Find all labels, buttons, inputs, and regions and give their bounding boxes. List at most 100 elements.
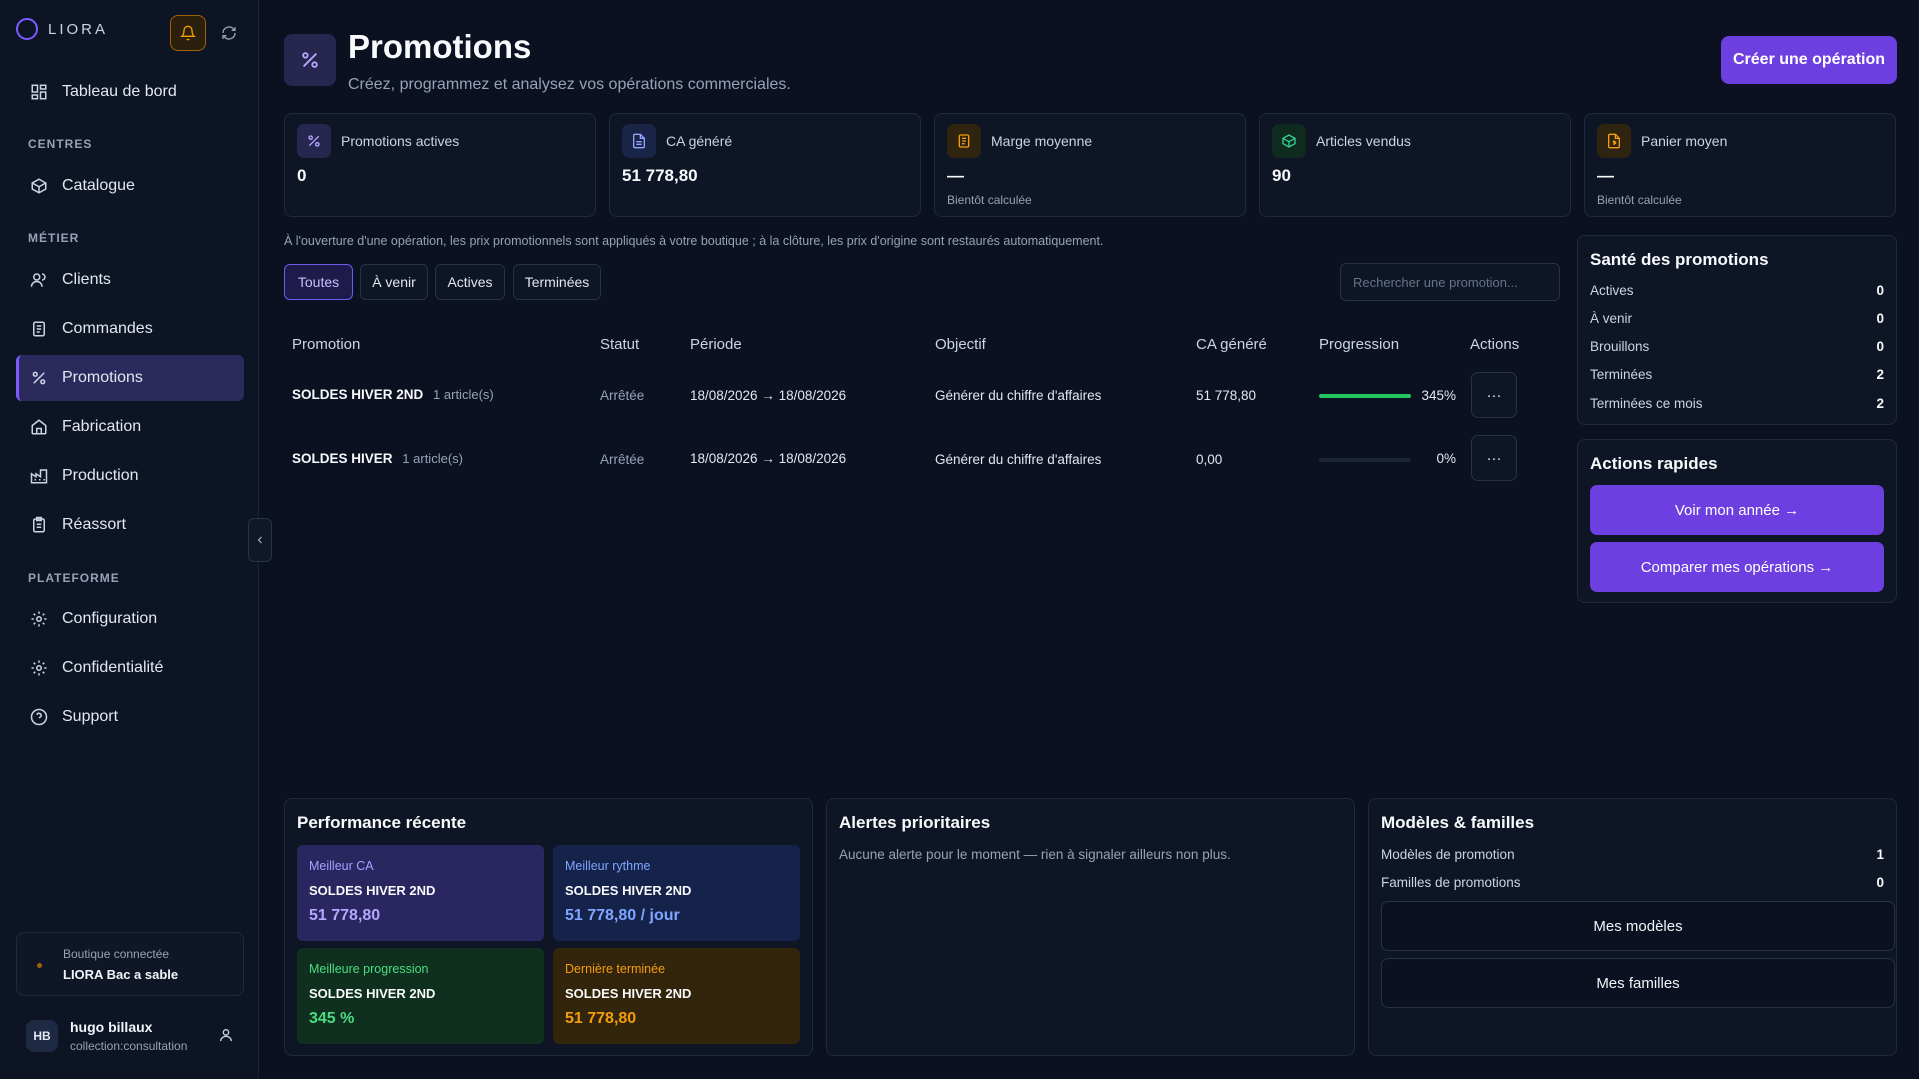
tile-value: 345 % [309,1010,355,1027]
kpi-icon [1597,124,1631,158]
stat-label: À venir [1590,311,1633,326]
kpi-value: 51 778,80 [622,166,698,185]
page-title: Promotions [348,28,532,65]
tile-label: Meilleur rythme [565,859,651,873]
avatar[interactable]: HB [26,1020,58,1052]
models-row: Familles de promotions 0 [1381,875,1884,890]
alerts-empty-text: Aucune alerte pour le moment — rien à si… [839,847,1231,862]
health-row: Brouillons 0 [1590,339,1884,354]
kpi-value: 0 [297,166,307,185]
gear-icon [31,611,47,627]
clipboard-list-icon [33,516,45,533]
stat-value: 0 [1876,283,1884,298]
percent-icon [32,371,46,385]
sidebar-item-label: Promotions [62,369,143,386]
kpi-note: Bientôt calculée [1597,193,1682,207]
promotion-name: SOLDES HIVER [292,451,393,466]
connected-shop-card[interactable]: Boutique connectée LIORA Bac a sable [16,932,244,996]
brand-logo[interactable]: LIORA [16,18,108,40]
tile-value: 51 778,80 [309,907,381,924]
home-icon [31,419,47,435]
promotion-article-count: 1 article(s) [402,451,463,466]
sidebar-item-confidentialite[interactable]: Confidentialité [16,645,244,691]
sidebar-item-support[interactable]: Support [16,694,244,740]
document-icon [633,133,645,149]
health-row: À venir 0 [1590,311,1884,326]
promotion-article-count: 1 article(s) [433,387,494,402]
sidebar-item-promotions[interactable]: Promotions [16,355,244,401]
table-row[interactable]: SOLDES HIVER 2ND 1 article(s) [292,387,494,402]
sidebar-item-dashboard[interactable]: Tableau de bord [16,69,244,115]
create-operation-button[interactable]: Créer une opération [1721,36,1897,84]
priority-alerts-panel: Alertes prioritaires Aucune alerte pour … [826,798,1355,1056]
promotion-name: SOLDES HIVER 2ND [292,387,424,402]
stat-value: 1 [1876,847,1884,862]
sidebar-item-configuration[interactable]: Configuration [16,596,244,642]
stat-label: Familles de promotions [1381,875,1521,890]
row-actions-button[interactable]: ··· [1471,372,1517,418]
my-families-button[interactable]: Mes familles [1381,958,1895,1008]
package-icon [31,178,47,194]
filter-all[interactable]: Toutes [284,264,353,300]
chevron-left-icon [257,536,262,544]
sidebar-item-label: Catalogue [62,177,135,194]
promotion-revenue: 0,00 [1196,452,1223,467]
models-row: Modèles de promotion 1 [1381,847,1884,862]
kpi-label: Panier moyen [1641,133,1728,149]
sidebar-item-clients[interactable]: Clients [16,257,244,303]
nav-section-centres: CENTRES [28,137,93,151]
promotions-health-panel: Santé des promotions Actives 0 À venir 0 B… [1577,235,1897,425]
kpi-icon [1272,124,1306,158]
view-year-button[interactable]: Voir mon année → [1590,485,1884,535]
tile-name: SOLDES HIVER 2ND [565,986,692,1001]
promotion-revenue: 51 778,80 [1196,388,1257,403]
promotion-period: 18/08/2026 → 18/08/2026 [690,388,847,403]
info-text: À l'ouverture d'une opération, les prix … [284,234,1104,248]
refresh-button[interactable] [218,22,240,44]
filter-active[interactable]: Actives [435,264,505,300]
compare-operations-button[interactable]: Comparer mes opérations → [1590,542,1884,592]
promotion-period: 18/08/2026 → 18/08/2026 [690,451,847,466]
user-menu-button[interactable] [218,1027,234,1047]
stat-value: 2 [1876,396,1884,411]
search-input[interactable] [1340,263,1560,301]
kpi-label: Articles vendus [1316,133,1411,149]
panel-title: Modèles & familles [1381,813,1535,832]
tile-name: SOLDES HIVER 2ND [565,883,692,898]
progress-percent: 345% [1421,388,1456,403]
users-icon [30,273,46,287]
sidebar-collapse-button[interactable] [248,518,272,562]
promotion-status: Arrêtée [600,452,645,467]
kpi-note: Bientôt calculée [947,193,1032,207]
tile-best-pace: Meilleur rythme SOLDES HIVER 2ND 51 778,… [553,845,800,941]
kpi-label: CA généré [666,133,733,149]
kpi-icon [297,124,331,158]
sidebar: LIORA Tableau de bord CENTRES Catalogue … [0,0,259,1079]
stat-value: 0 [1876,339,1884,354]
tile-best-progress: Meilleure progression SOLDES HIVER 2ND 3… [297,948,544,1044]
filter-ended[interactable]: Terminées [513,264,601,300]
table-row[interactable]: SOLDES HIVER 1 article(s) [292,451,463,466]
sidebar-item-label: Commandes [62,320,153,337]
notifications-button[interactable] [170,15,206,51]
my-models-button[interactable]: Mes modèles [1381,901,1895,951]
panel-title: Alertes prioritaires [839,813,991,832]
sidebar-item-label: Réassort [62,516,127,533]
sidebar-item-commandes[interactable]: Commandes [16,306,244,352]
sidebar-item-reassort[interactable]: Réassort [16,502,244,548]
filter-upcoming[interactable]: À venir [360,264,428,300]
kpi-revenue: CA généré 51 778,80 [609,113,921,217]
sidebar-item-catalogue[interactable]: Catalogue [16,163,244,209]
health-row: Terminées 2 [1590,367,1884,382]
progress-bar [1319,394,1411,398]
health-row: Actives 0 [1590,283,1884,298]
row-actions-button[interactable]: ··· [1471,435,1517,481]
factory-icon [30,469,48,484]
col-status: Statut [600,336,640,353]
shop-status-dot [37,963,42,968]
tile-label: Meilleur CA [309,859,374,873]
sidebar-item-production[interactable]: Production [16,453,244,499]
stat-value: 0 [1876,311,1884,326]
sidebar-item-fabrication[interactable]: Fabrication [16,404,244,450]
shop-name: LIORA Bac a sable [63,967,179,982]
